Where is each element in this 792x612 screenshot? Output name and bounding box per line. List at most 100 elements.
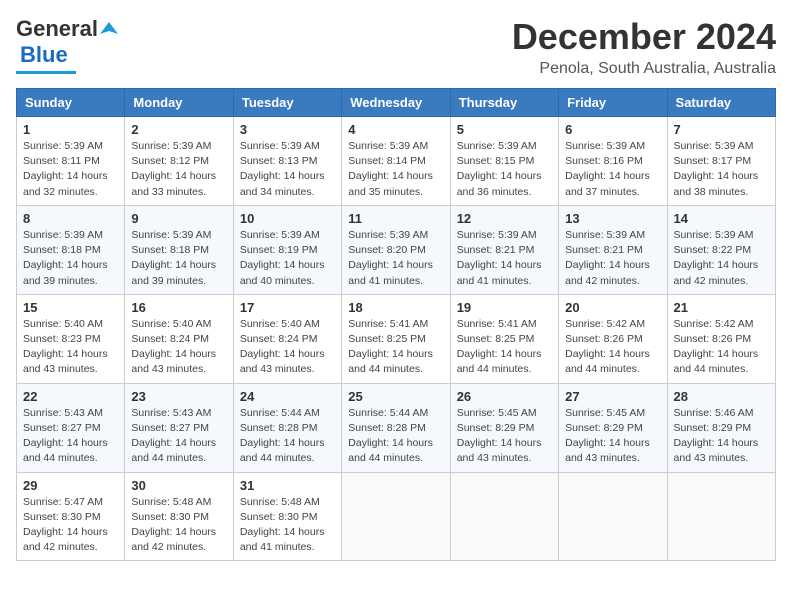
calendar-cell: 4 Sunrise: 5:39 AM Sunset: 8:14 PM Daylig… (342, 117, 450, 206)
calendar-cell: 30Sunrise: 5:48 AM Sunset: 8:30 PM Dayli… (125, 472, 233, 561)
calendar-week-3: 15Sunrise: 5:40 AM Sunset: 8:23 PM Dayli… (17, 294, 776, 383)
calendar-cell (450, 472, 558, 561)
logo: General Blue (16, 16, 118, 74)
calendar-cell: 31Sunrise: 5:48 AM Sunset: 8:30 PM Dayli… (233, 472, 341, 561)
day-number: 17 (240, 300, 335, 315)
day-detail: Sunrise: 5:41 AM Sunset: 8:25 PM Dayligh… (457, 317, 552, 378)
calendar-cell: 27 Sunrise: 5:45 AM Sunset: 8:29 PM Dayli… (559, 383, 667, 472)
calendar-cell: 13Sunrise: 5:39 AM Sunset: 8:21 PM Dayli… (559, 205, 667, 294)
calendar-cell: 20Sunrise: 5:42 AM Sunset: 8:26 PM Dayli… (559, 294, 667, 383)
calendar-cell (559, 472, 667, 561)
day-number: 9 (131, 211, 226, 226)
day-detail: Sunrise: 5:45 AM Sunset: 8:29 PM Dayligh… (457, 406, 552, 467)
calendar-week-4: 22 Sunrise: 5:43 AM Sunset: 8:27 PM Dayli… (17, 383, 776, 472)
day-number: 31 (240, 478, 335, 493)
day-header-thursday: Thursday (450, 89, 558, 117)
day-detail: Sunrise: 5:39 AM Sunset: 8:14 PM Dayligh… (348, 139, 443, 200)
day-number: 2 (131, 122, 226, 137)
day-detail: Sunrise: 5:43 AM Sunset: 8:27 PM Dayligh… (23, 406, 118, 467)
calendar-cell: 7Sunrise: 5:39 AM Sunset: 8:17 PM Daylig… (667, 117, 775, 206)
day-detail: Sunrise: 5:39 AM Sunset: 8:18 PM Dayligh… (23, 228, 118, 289)
day-detail: Sunrise: 5:39 AM Sunset: 8:20 PM Dayligh… (348, 228, 443, 289)
day-number: 19 (457, 300, 552, 315)
day-number: 18 (348, 300, 443, 315)
day-header-friday: Friday (559, 89, 667, 117)
calendar-cell: 8 Sunrise: 5:39 AM Sunset: 8:18 PM Daylig… (17, 205, 125, 294)
day-number: 3 (240, 122, 335, 137)
day-detail: Sunrise: 5:39 AM Sunset: 8:18 PM Dayligh… (131, 228, 226, 289)
day-number: 27 (565, 389, 660, 404)
calendar-cell: 17 Sunrise: 5:40 AM Sunset: 8:24 PM Dayli… (233, 294, 341, 383)
calendar-cell: 16Sunrise: 5:40 AM Sunset: 8:24 PM Dayli… (125, 294, 233, 383)
calendar-week-1: 1Sunrise: 5:39 AM Sunset: 8:11 PM Daylig… (17, 117, 776, 206)
logo-bird-icon (100, 20, 118, 38)
day-header-saturday: Saturday (667, 89, 775, 117)
day-number: 8 (23, 211, 118, 226)
day-number: 4 (348, 122, 443, 137)
calendar-cell: 23 Sunrise: 5:43 AM Sunset: 8:27 PM Dayli… (125, 383, 233, 472)
day-number: 12 (457, 211, 552, 226)
day-number: 28 (674, 389, 769, 404)
calendar-cell: 6 Sunrise: 5:39 AM Sunset: 8:16 PM Daylig… (559, 117, 667, 206)
day-detail: Sunrise: 5:43 AM Sunset: 8:27 PM Dayligh… (131, 406, 226, 467)
day-number: 10 (240, 211, 335, 226)
day-detail: Sunrise: 5:39 AM Sunset: 8:19 PM Dayligh… (240, 228, 335, 289)
day-header-sunday: Sunday (17, 89, 125, 117)
calendar-cell: 25 Sunrise: 5:44 AM Sunset: 8:28 PM Dayli… (342, 383, 450, 472)
day-detail: Sunrise: 5:39 AM Sunset: 8:13 PM Dayligh… (240, 139, 335, 200)
day-number: 13 (565, 211, 660, 226)
location-subtitle: Penola, South Australia, Australia (512, 60, 776, 78)
calendar-cell (342, 472, 450, 561)
day-number: 11 (348, 211, 443, 226)
day-detail: Sunrise: 5:41 AM Sunset: 8:25 PM Dayligh… (348, 317, 443, 378)
day-number: 23 (131, 389, 226, 404)
logo-blue: Blue (20, 42, 68, 68)
day-detail: Sunrise: 5:39 AM Sunset: 8:12 PM Dayligh… (131, 139, 226, 200)
logo-underline (16, 71, 76, 74)
calendar-week-2: 8 Sunrise: 5:39 AM Sunset: 8:18 PM Daylig… (17, 205, 776, 294)
day-number: 24 (240, 389, 335, 404)
day-detail: Sunrise: 5:40 AM Sunset: 8:23 PM Dayligh… (23, 317, 118, 378)
day-number: 21 (674, 300, 769, 315)
day-number: 30 (131, 478, 226, 493)
day-detail: Sunrise: 5:46 AM Sunset: 8:29 PM Dayligh… (674, 406, 769, 467)
calendar-cell: 21 Sunrise: 5:42 AM Sunset: 8:26 PM Dayli… (667, 294, 775, 383)
day-number: 22 (23, 389, 118, 404)
day-detail: Sunrise: 5:39 AM Sunset: 8:15 PM Dayligh… (457, 139, 552, 200)
day-detail: Sunrise: 5:39 AM Sunset: 8:11 PM Dayligh… (23, 139, 118, 200)
day-detail: Sunrise: 5:42 AM Sunset: 8:26 PM Dayligh… (565, 317, 660, 378)
day-number: 5 (457, 122, 552, 137)
day-detail: Sunrise: 5:42 AM Sunset: 8:26 PM Dayligh… (674, 317, 769, 378)
calendar-cell: 10 Sunrise: 5:39 AM Sunset: 8:19 PM Dayli… (233, 205, 341, 294)
calendar-cell: 24 Sunrise: 5:44 AM Sunset: 8:28 PM Dayli… (233, 383, 341, 472)
calendar-week-5: 29Sunrise: 5:47 AM Sunset: 8:30 PM Dayli… (17, 472, 776, 561)
day-number: 25 (348, 389, 443, 404)
day-detail: Sunrise: 5:39 AM Sunset: 8:16 PM Dayligh… (565, 139, 660, 200)
calendar-cell: 11 Sunrise: 5:39 AM Sunset: 8:20 PM Dayli… (342, 205, 450, 294)
calendar-cell: 2 Sunrise: 5:39 AM Sunset: 8:12 PM Daylig… (125, 117, 233, 206)
page-title: December 2024 (512, 16, 776, 58)
day-number: 16 (131, 300, 226, 315)
calendar-cell: 5 Sunrise: 5:39 AM Sunset: 8:15 PM Daylig… (450, 117, 558, 206)
day-detail: Sunrise: 5:39 AM Sunset: 8:21 PM Dayligh… (457, 228, 552, 289)
day-header-monday: Monday (125, 89, 233, 117)
day-number: 7 (674, 122, 769, 137)
calendar-cell: 12 Sunrise: 5:39 AM Sunset: 8:21 PM Dayli… (450, 205, 558, 294)
day-header-wednesday: Wednesday (342, 89, 450, 117)
calendar-cell: 22 Sunrise: 5:43 AM Sunset: 8:27 PM Dayli… (17, 383, 125, 472)
calendar-cell (667, 472, 775, 561)
day-number: 26 (457, 389, 552, 404)
day-number: 6 (565, 122, 660, 137)
calendar-cell: 15Sunrise: 5:40 AM Sunset: 8:23 PM Dayli… (17, 294, 125, 383)
day-detail: Sunrise: 5:44 AM Sunset: 8:28 PM Dayligh… (240, 406, 335, 467)
logo-general: General (16, 16, 98, 42)
day-detail: Sunrise: 5:45 AM Sunset: 8:29 PM Dayligh… (565, 406, 660, 467)
day-detail: Sunrise: 5:40 AM Sunset: 8:24 PM Dayligh… (240, 317, 335, 378)
calendar-cell: 18 Sunrise: 5:41 AM Sunset: 8:25 PM Dayli… (342, 294, 450, 383)
calendar-header-row: SundayMondayTuesdayWednesdayThursdayFrid… (17, 89, 776, 117)
calendar-cell: 26 Sunrise: 5:45 AM Sunset: 8:29 PM Dayli… (450, 383, 558, 472)
calendar-cell: 28 Sunrise: 5:46 AM Sunset: 8:29 PM Dayli… (667, 383, 775, 472)
day-detail: Sunrise: 5:44 AM Sunset: 8:28 PM Dayligh… (348, 406, 443, 467)
day-detail: Sunrise: 5:39 AM Sunset: 8:22 PM Dayligh… (674, 228, 769, 289)
day-number: 29 (23, 478, 118, 493)
